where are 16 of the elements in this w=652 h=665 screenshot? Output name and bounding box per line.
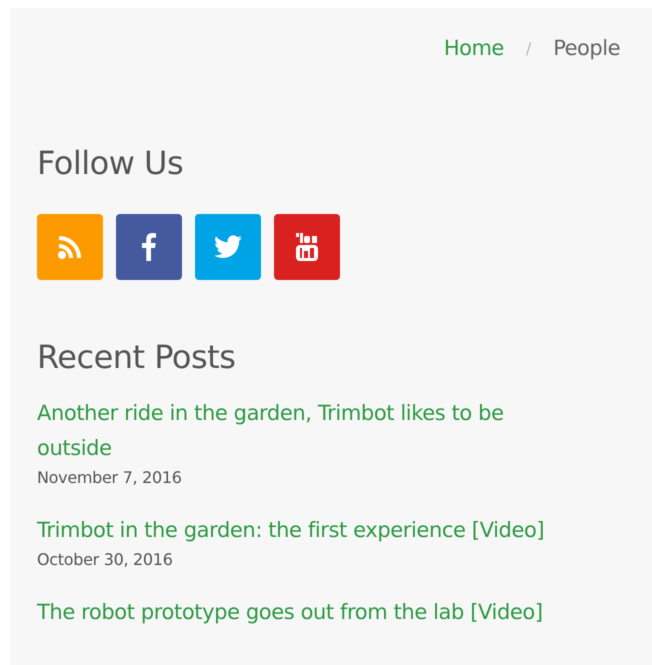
rss-icon — [57, 234, 83, 260]
breadcrumb-link[interactable]: People — [553, 36, 620, 60]
section-heading: Follow Us — [37, 144, 184, 182]
post-link[interactable]: The robot prototype goes out from the lab [Video] — [37, 595, 552, 630]
facebook-icon — [142, 233, 156, 261]
post-link[interactable]: Trimbot in the garden: the first experience [Video] — [37, 513, 552, 548]
social-button[interactable] — [274, 214, 340, 280]
breadcrumb-link[interactable]: Home — [444, 36, 504, 60]
bird-icon — [214, 235, 242, 259]
social-button[interactable] — [195, 214, 261, 280]
social-button[interactable] — [116, 214, 182, 280]
breadcrumb-separator: / — [526, 38, 532, 58]
post-date: October 30, 2016 — [37, 550, 174, 569]
post-date: November 7, 2016 — [37, 468, 183, 487]
post-link[interactable]: Another ride in the garden, Trimbot likes to be outside — [37, 396, 552, 466]
section-heading: Recent Posts — [37, 338, 236, 376]
